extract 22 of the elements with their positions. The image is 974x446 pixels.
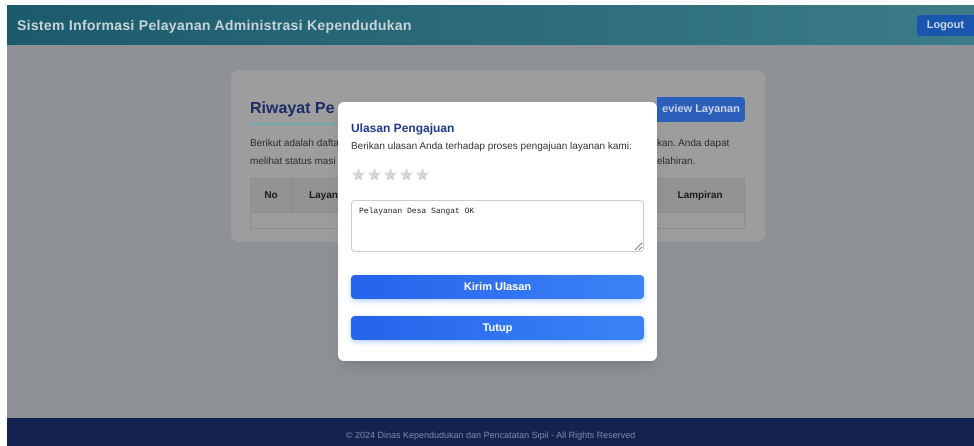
- review-field[interactable]: Pelayanan Desa Sangat OK: [351, 200, 644, 252]
- modal-title: Ulasan Pengajuan: [351, 120, 456, 137]
- submit-button[interactable]: Kirim Ulasan: [351, 275, 644, 299]
- star-icon[interactable]: [367, 167, 382, 182]
- star-icon[interactable]: [383, 167, 398, 182]
- description-text: melihat status masi: [250, 155, 337, 169]
- column-header: Layan: [309, 189, 338, 203]
- description-text: Berikut adalah dafta: [250, 137, 339, 151]
- star-icon[interactable]: [399, 167, 414, 182]
- star-icon[interactable]: [415, 167, 430, 182]
- description-text: kan. Anda dapat: [657, 137, 730, 151]
- close-button[interactable]: Tutup: [351, 316, 644, 340]
- modal-subtitle: Berikan ulasan Anda terhadap proses pengajuan layanan kami:: [351, 140, 633, 154]
- column-header: Lampiran: [676, 189, 724, 203]
- star-icon[interactable]: [351, 167, 366, 182]
- column-header: No: [251, 179, 292, 212]
- card-title: Riwayat Pe: [250, 99, 334, 119]
- description-text: elahiran.: [657, 155, 696, 169]
- review-button[interactable]: eview Layanan: [657, 97, 745, 122]
- footer-text: © 2024 Dinas Kependudukan dan Pencatatan Sipil - All Rights Reserved: [346, 429, 636, 442]
- logout-button[interactable]: Logout: [916, 14, 974, 36]
- app-title: Sistem Informasi Pelayanan Administrasi Kependudukan: [17, 16, 412, 35]
